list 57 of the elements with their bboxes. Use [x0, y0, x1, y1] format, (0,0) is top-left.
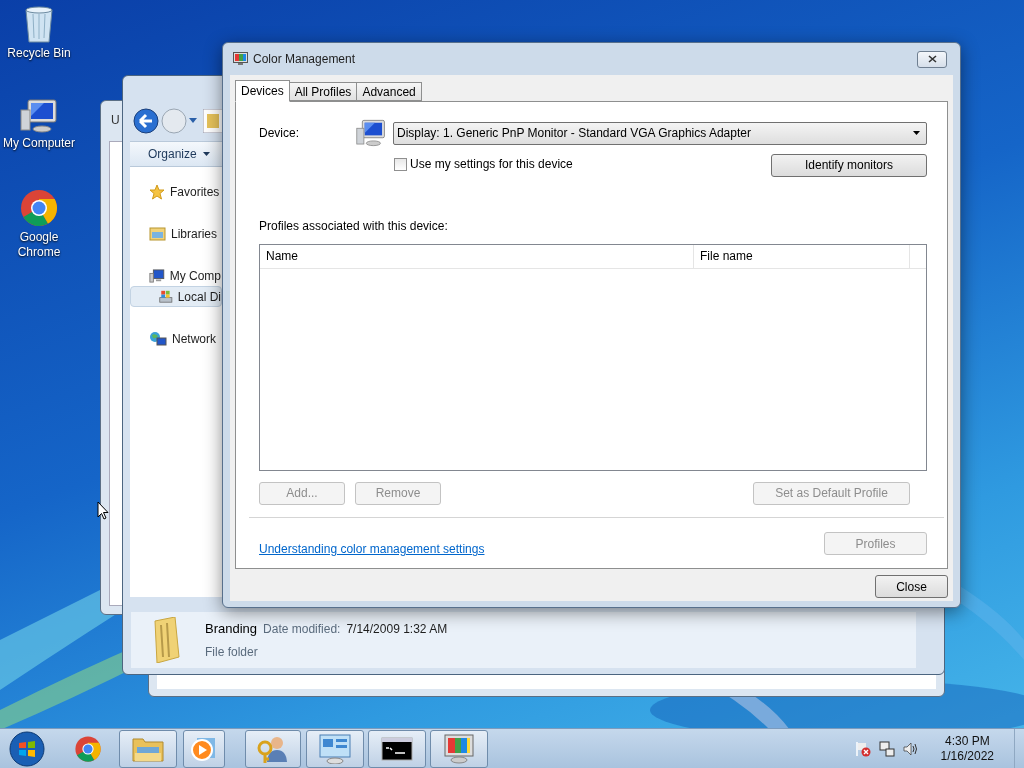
color-monitor-icon	[443, 733, 475, 764]
date-value: 7/14/2009 1:32 AM	[346, 621, 448, 639]
dialog-title: Color Management	[253, 51, 356, 68]
identify-monitors-button[interactable]: Identify monitors	[771, 153, 927, 177]
desktop-icon-label[interactable]: My Computer	[3, 136, 75, 151]
device-label: Device:	[259, 125, 300, 142]
nav-item[interactable]: Network	[130, 328, 222, 349]
caret-icon	[913, 131, 920, 135]
nav-item[interactable]: Favorites	[130, 181, 222, 202]
recycle-bin-icon[interactable]	[22, 4, 56, 44]
chrome-icon[interactable]	[19, 188, 59, 228]
control-panel-icon	[318, 733, 352, 764]
clock-time[interactable]: 4:30 PM	[944, 733, 990, 749]
use-settings-checkbox[interactable]: Use my settings for this device	[394, 155, 573, 174]
desktop-icon-label[interactable]: Google Chrome	[0, 230, 78, 260]
console-icon	[381, 736, 413, 761]
device-dropdown[interactable]: Display: 1. Generic PnP Monitor - Standard VGA Graphics Adapter	[393, 121, 927, 145]
nav-item[interactable]: Libraries	[130, 223, 222, 244]
tab[interactable]: Advanced	[356, 82, 422, 101]
computer-icon	[149, 267, 165, 284]
network-icon[interactable]	[878, 740, 895, 757]
folder-icon	[151, 617, 183, 663]
caret-icon[interactable]	[189, 118, 197, 124]
library-icon	[149, 226, 166, 241]
drive-icon	[159, 288, 173, 305]
close-dialog-button[interactable]: Close	[875, 575, 948, 598]
computer-icon[interactable]	[20, 98, 58, 134]
date-label: Date modified:	[263, 621, 341, 639]
chrome-icon[interactable]	[74, 734, 102, 763]
start-button[interactable]	[9, 730, 45, 767]
tab[interactable]: Devices	[235, 80, 290, 102]
desktop-icon-label[interactable]: Recycle Bin	[7, 46, 71, 61]
profiles-label: Profiles associated with this device:	[259, 217, 449, 235]
window-title: U	[111, 112, 120, 129]
network-icon	[149, 330, 167, 347]
close-icon	[927, 55, 937, 63]
close-button[interactable]	[917, 50, 947, 68]
taskbar-button[interactable]	[368, 729, 426, 768]
star-icon	[149, 183, 165, 200]
flag-icon[interactable]	[854, 740, 871, 757]
organize-button[interactable]: Organize	[148, 145, 210, 163]
caret-icon	[202, 152, 210, 156]
play-icon	[191, 735, 217, 762]
speaker-icon[interactable]	[902, 740, 919, 757]
column-header[interactable]: File name	[694, 244, 910, 268]
column-header[interactable]: Name	[260, 244, 694, 268]
tab[interactable]: All Profiles	[288, 82, 358, 101]
nav-item[interactable]: Local Di	[130, 286, 222, 307]
back-button[interactable]	[133, 108, 159, 134]
clock-date[interactable]: 1/16/2022	[940, 748, 994, 764]
help-link[interactable]: Understanding color management settings	[259, 540, 485, 558]
file-type: File folder	[205, 643, 259, 661]
monitor-icon	[356, 117, 386, 149]
nav-item[interactable]: My Comp	[130, 265, 222, 286]
file-name: Branding	[205, 620, 258, 639]
color-monitor-icon	[233, 52, 248, 66]
folder-icon	[203, 109, 223, 133]
